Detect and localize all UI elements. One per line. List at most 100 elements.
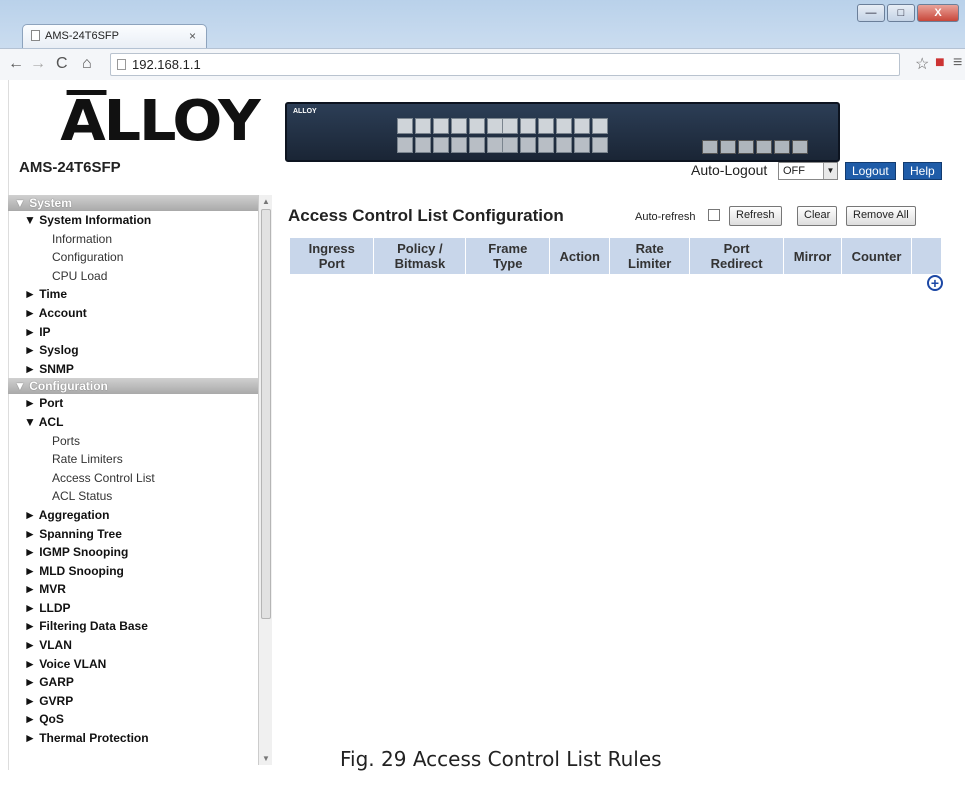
home-icon[interactable]: ⌂ [82,55,92,73]
port[interactable] [433,137,449,153]
sidebar-item-access-control-list[interactable]: Access Control List [8,469,258,488]
chevron-down-icon[interactable]: ▼ [823,163,837,179]
browser-chrome: AMS-24T6SFP × — □ X ← → C ⌂ 192.168.1.1 … [0,0,965,80]
col-label: Port [723,241,750,256]
sidebar-item-lldp[interactable]: ► LLDP [8,599,258,618]
port[interactable] [520,137,536,153]
star-icon[interactable]: ☆ [915,54,929,74]
col-label: Mirror [793,248,832,264]
auto-logout-select[interactable]: OFF ▼ [778,162,838,180]
remove-all-button[interactable]: Remove All [846,206,916,226]
sidebar-item-qos[interactable]: ► QoS [8,710,258,729]
sidebar-item-garp[interactable]: ► GARP [8,673,258,692]
sidebar-item-acl-ports[interactable]: Ports [8,432,258,451]
sidebar-item-syslog[interactable]: ► Syslog [8,341,258,360]
sidebar-item-cpu-load[interactable]: CPU Load [8,267,258,286]
sidebar-item-information[interactable]: Information [8,230,258,249]
port[interactable] [451,118,467,134]
port[interactable] [574,118,590,134]
maximize-button[interactable]: □ [887,4,915,22]
sidebar-item-rate-limiters[interactable]: Rate Limiters [8,450,258,469]
sidebar-item-vlan[interactable]: ► VLAN [8,636,258,655]
browser-tab[interactable]: AMS-24T6SFP × [22,24,207,48]
sidebar-item-port[interactable]: ► Port [8,394,258,413]
port[interactable] [502,137,518,153]
sidebar-nav: ▼ System ▼ System Information Informatio… [8,195,258,770]
scroll-down-icon[interactable]: ▼ [262,754,270,763]
sidebar-scrollbar[interactable]: ▲ ▼ [258,195,272,765]
port[interactable] [487,137,503,153]
sidebar-item-snmp[interactable]: ► SNMP [8,360,258,379]
sfp-port[interactable] [774,140,790,154]
sidebar-item-system-information[interactable]: ▼ System Information [8,211,258,230]
pdf-extension-icon[interactable]: ■ [935,54,945,72]
port[interactable] [397,137,413,153]
port[interactable] [415,137,431,153]
col-label: Frame [488,241,528,256]
sidebar-item-acl-status[interactable]: ACL Status [8,487,258,506]
browser-toolbar: ← → C ⌂ 192.168.1.1 ☆ ■ ≡ [0,48,965,80]
port[interactable] [592,137,608,153]
reload-icon[interactable]: C [56,55,68,73]
sidebar-item-ip[interactable]: ► IP [8,323,258,342]
sidebar-item-spanning-tree[interactable]: ► Spanning Tree [8,525,258,544]
plus-circle-icon[interactable]: + [927,275,943,291]
port[interactable] [574,137,590,153]
scroll-up-icon[interactable]: ▲ [262,197,270,206]
port[interactable] [538,137,554,153]
port[interactable] [538,118,554,134]
sidebar-item-acl[interactable]: ▼ ACL [8,413,258,432]
help-button[interactable]: Help [903,162,942,180]
logout-button[interactable]: Logout [845,162,896,180]
port[interactable] [397,118,413,134]
url-text: 192.168.1.1 [132,57,201,72]
sidebar-item-mld-snooping[interactable]: ► MLD Snooping [8,562,258,581]
port[interactable] [556,118,572,134]
close-window-button[interactable]: X [917,4,959,22]
scroll-thumb[interactable] [261,209,271,619]
port[interactable] [433,118,449,134]
port[interactable] [556,137,572,153]
port[interactable] [451,137,467,153]
sidebar-item-filtering-data-base[interactable]: ► Filtering Data Base [8,617,258,636]
device-brand: ALLOY [293,108,317,115]
sfp-port[interactable] [720,140,736,154]
port[interactable] [415,118,431,134]
sidebar-item-aggregation[interactable]: ► Aggregation [8,506,258,525]
sidebar-item-gvrp[interactable]: ► GVRP [8,692,258,711]
sidebar-item-account[interactable]: ► Account [8,304,258,323]
sidebar-item-voice-vlan[interactable]: ► Voice VLAN [8,655,258,674]
minimize-button[interactable]: — [857,4,885,22]
address-bar[interactable]: 192.168.1.1 [110,53,900,76]
sfp-port[interactable] [702,140,718,154]
sfp-port[interactable] [792,140,808,154]
refresh-button[interactable]: Refresh [729,206,782,226]
sidebar-section-configuration[interactable]: ▼ Configuration [8,378,258,395]
menu-icon[interactable]: ≡ [953,54,962,72]
device-front-panel: ALLOY [285,102,840,162]
sidebar-item-thermal-protection[interactable]: ► Thermal Protection [8,729,258,748]
port[interactable] [469,118,485,134]
port[interactable] [592,118,608,134]
sfp-port[interactable] [756,140,772,154]
sidebar-item-configuration[interactable]: Configuration [8,248,258,267]
page-title: Access Control List Configuration [288,206,564,225]
forward-arrow-icon[interactable]: → [30,55,46,73]
sidebar-item-mvr[interactable]: ► MVR [8,580,258,599]
col-label: Bitmask [394,256,446,271]
clear-button[interactable]: Clear [797,206,838,226]
col-label: Ingress [308,241,355,256]
port[interactable] [469,137,485,153]
auto-refresh-checkbox[interactable] [708,209,720,221]
port[interactable] [520,118,536,134]
sfp-port[interactable] [738,140,754,154]
tab-close-icon[interactable]: × [189,29,196,43]
port[interactable] [487,118,503,134]
sidebar-item-igmp-snooping[interactable]: ► IGMP Snooping [8,543,258,562]
sidebar-section-system[interactable]: ▼ System [8,195,258,211]
port-group-4 [502,137,608,153]
port[interactable] [502,118,518,134]
sidebar-item-time[interactable]: ► Time [8,285,258,304]
col-frame-type: Frame Type [465,238,551,274]
back-arrow-icon[interactable]: ← [8,55,24,73]
